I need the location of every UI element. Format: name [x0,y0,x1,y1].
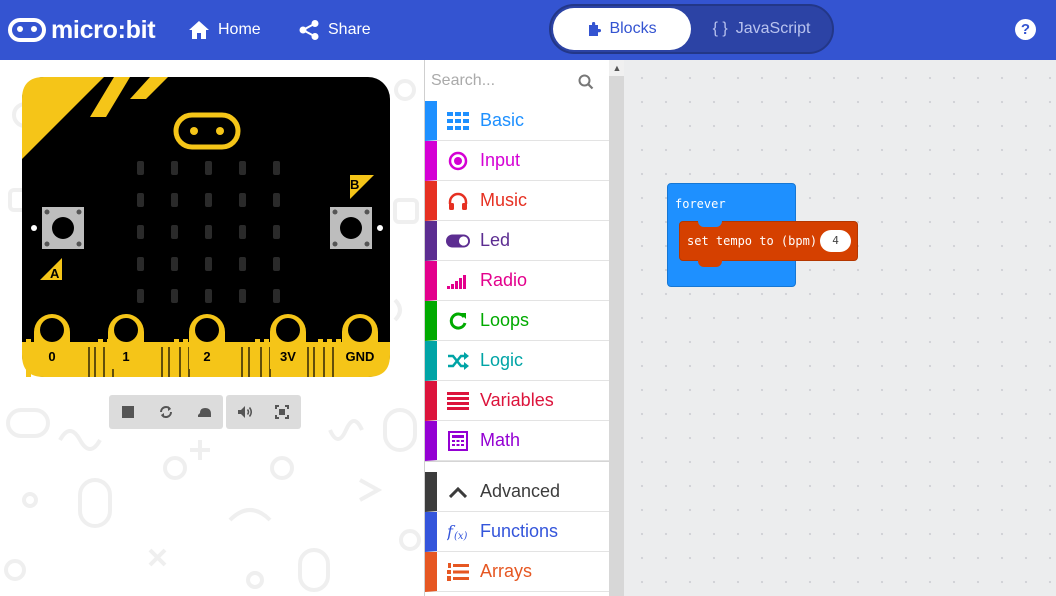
fullscreen-icon [275,405,290,419]
headphones-icon [446,189,470,213]
function-icon: f (x) [446,520,470,544]
input-circle-icon [446,149,470,173]
simulator-controls [109,395,223,429]
grid-icon [446,109,470,133]
category-label: Advanced [480,481,561,501]
javascript-tab-label: JavaScript [735,20,811,37]
share-icon [299,20,319,40]
block-notch [698,260,722,267]
pin-0-label: 0 [48,349,55,364]
stop-button[interactable] [109,395,147,429]
puzzle-icon [589,21,602,36]
block-notch [698,221,722,227]
pin-2[interactable]: 2 [189,314,225,369]
chevron-up-icon [446,480,470,504]
toolbox-separator [425,461,609,469]
pin-1[interactable]: 1 [108,314,144,369]
toolbox-scrollbar[interactable] [609,60,625,596]
category-label: Arrays [480,561,533,581]
category-music[interactable]: Music [425,181,609,221]
category-label: Music [480,190,528,210]
blocks-workspace[interactable]: forever set tempo to (bpm) 4 [624,60,1056,596]
slow-motion-button[interactable] [185,395,223,429]
fullscreen-button[interactable] [264,395,302,429]
category-label: Math [480,430,521,450]
button-a-label: A [50,266,60,281]
category-led[interactable]: Led [425,221,609,261]
pin-3v[interactable]: 3V [270,314,306,369]
sound-icon [237,406,252,418]
pin-1-label: 1 [122,349,129,364]
simulator-panel: A B 0 1 2 3V GND [0,60,424,596]
editor-toggle: Blocks { } JavaScript [549,4,834,54]
search-icon[interactable] [578,74,594,90]
pin-gnd[interactable]: GND [342,314,378,369]
braces-icon: { } [712,20,728,37]
button-b-label: B [350,177,359,192]
blocks-tab[interactable]: Blocks [553,8,691,50]
microbit-board[interactable]: A B 0 1 2 3V GND [22,77,390,377]
set-tempo-label: set tempo to (bpm) [687,234,818,248]
tempo-value-input[interactable]: 4 [820,230,851,252]
mute-button[interactable] [226,395,264,429]
category-advanced[interactable]: Advanced [425,472,609,512]
category-label: Loops [480,310,530,330]
category-loops[interactable]: Loops [425,301,609,341]
category-basic[interactable]: Basic [425,101,609,141]
category-label: Logic [480,350,524,370]
home-label: Home [218,21,261,38]
toggle-icon [446,229,470,253]
forever-label: forever [675,197,726,211]
list-lines-icon [446,389,470,413]
category-label: Led [480,230,511,250]
category-label: Functions [480,521,559,541]
pin-2-label: 2 [203,349,210,364]
microbit-logo-icon [8,18,46,42]
pin-gnd-label: GND [346,349,375,364]
category-label: Variables [480,390,554,410]
category-logic[interactable]: Logic [425,341,609,381]
scroll-up-icon[interactable]: ▲ [609,60,625,76]
category-arrays[interactable]: Arrays [425,552,609,592]
set-tempo-block[interactable]: set tempo to (bpm) 4 [679,221,858,267]
toolbox: Basic Input Music Led Radio Loops Logi [424,60,625,596]
microbit-logo[interactable]: micro:bit [8,13,156,47]
category-label: Input [480,150,521,170]
refresh-icon [446,309,470,333]
snail-icon [197,408,211,417]
home-icon [189,21,209,39]
svg-text:(x): (x) [454,531,468,542]
shuffle-icon [446,349,470,373]
calculator-icon [446,429,470,453]
top-menu-bar: micro:bit Home Share Blocks { } JavaScri… [0,0,1056,60]
restart-button[interactable] [147,395,185,429]
category-label: Basic [480,110,525,130]
category-radio[interactable]: Radio [425,261,609,301]
pin-3v-label: 3V [280,349,296,364]
category-input[interactable]: Input [425,141,609,181]
share-button[interactable]: Share [298,15,371,45]
numbered-list-icon [446,560,470,584]
search-input[interactable] [431,68,581,94]
help-icon[interactable]: ? [1015,19,1036,40]
simulator-extra-controls [226,395,301,429]
category-functions[interactable]: f (x) Functions [425,512,609,552]
stop-icon [122,406,134,418]
blocks-tab-label: Blocks [609,20,657,37]
category-math[interactable]: Math [425,421,609,461]
share-label: Share [328,21,371,38]
toolbox-search [425,60,609,102]
category-variables[interactable]: Variables [425,381,609,421]
restart-icon [160,406,172,418]
signal-bars-icon [446,269,470,293]
home-button[interactable]: Home [188,15,261,45]
javascript-tab[interactable]: { } JavaScript [693,8,830,50]
logo-text: micro:bit [51,15,156,44]
category-label: Radio [480,270,528,290]
pin-0[interactable]: 0 [34,314,70,369]
